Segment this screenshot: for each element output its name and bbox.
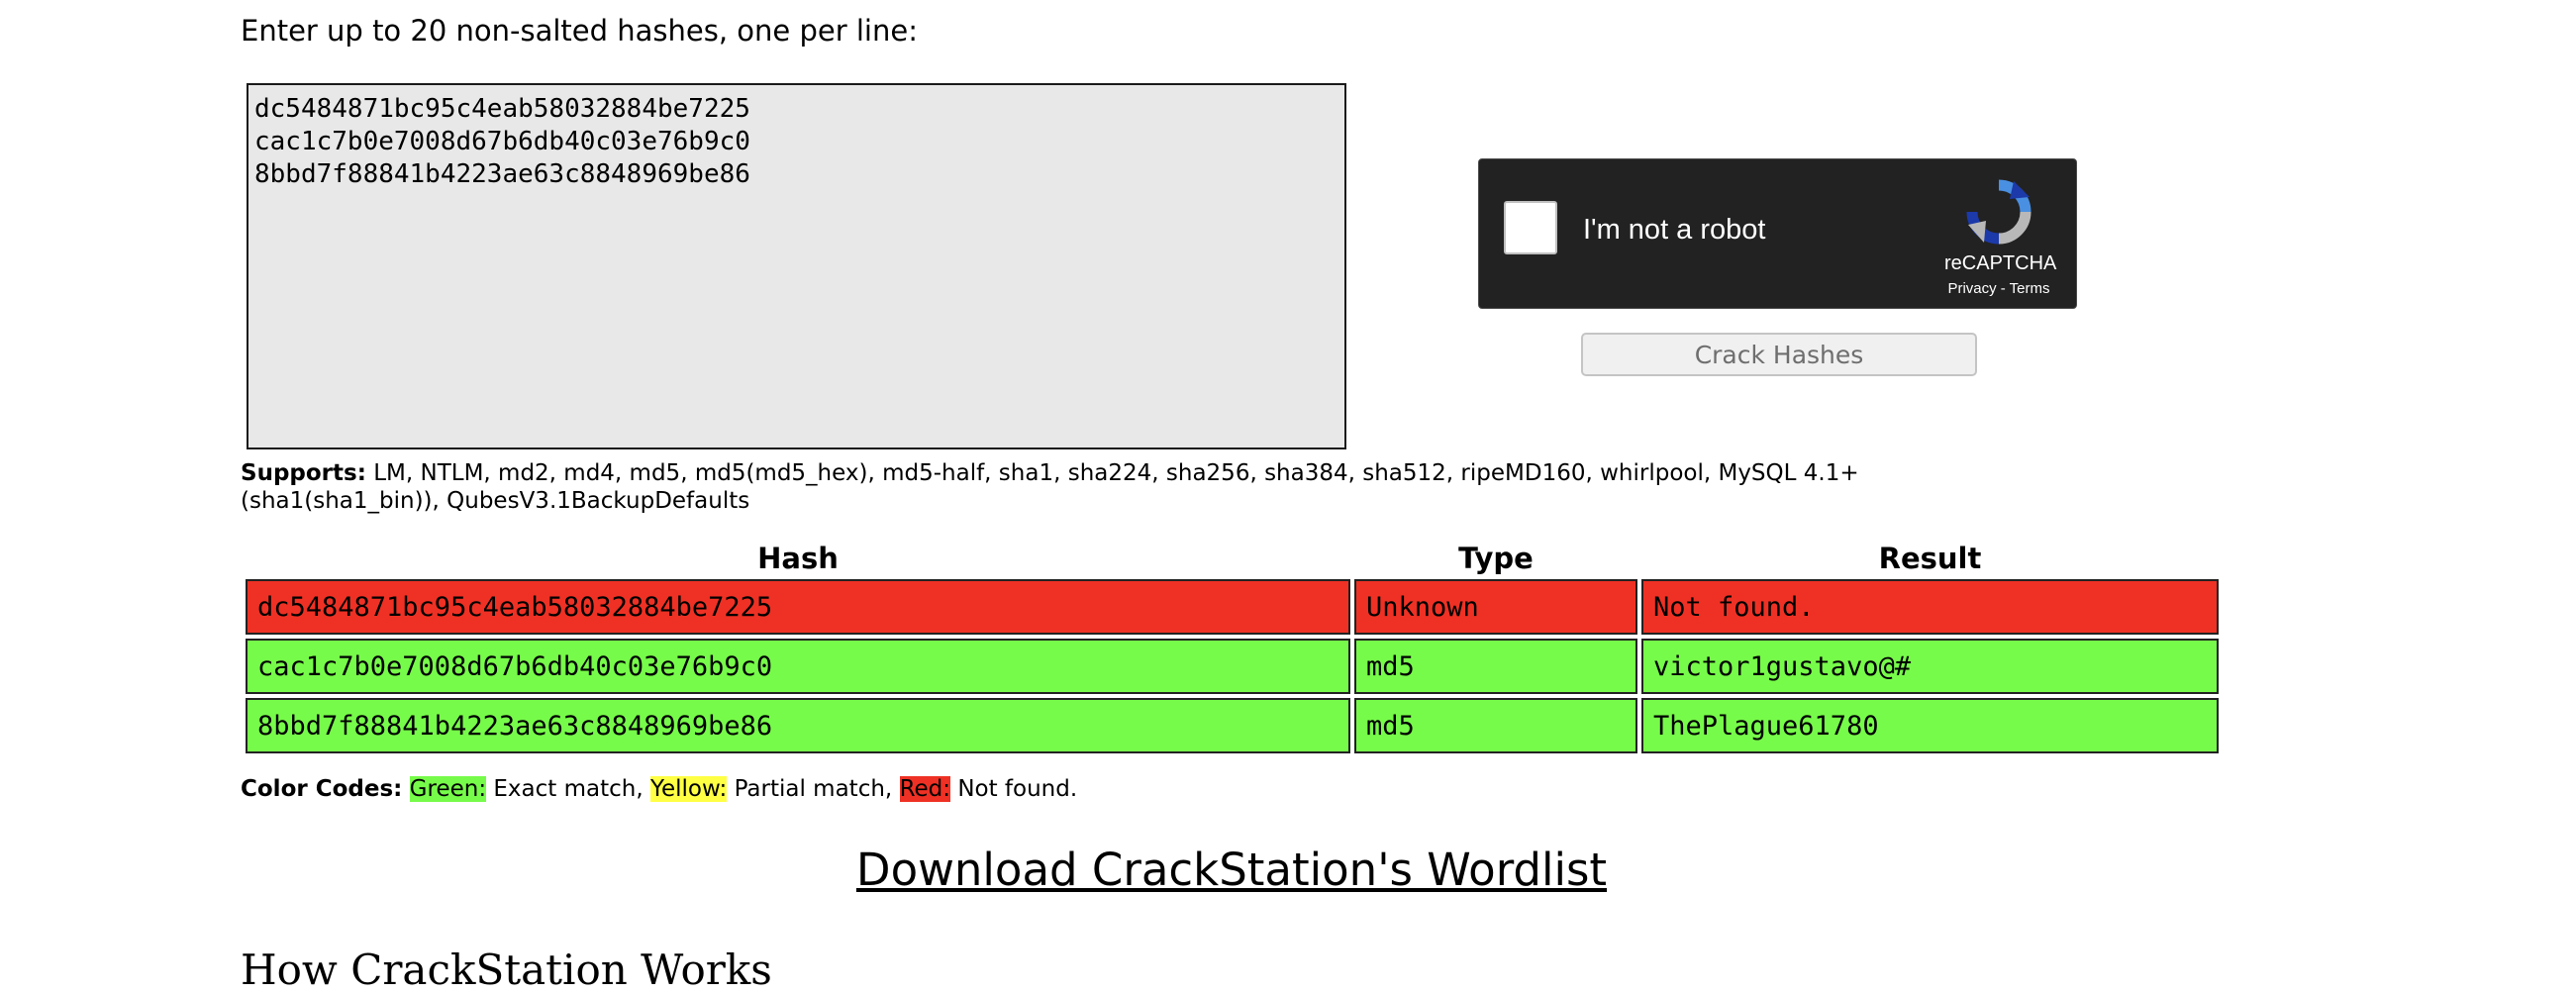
- result-hash: cac1c7b0e7008d67b6db40c03e76b9c0: [246, 639, 1350, 694]
- result-value: Not found.: [1641, 579, 2219, 635]
- hash-input-prompt: Enter up to 20 non-salted hashes, one pe…: [241, 14, 918, 48]
- result-type: Unknown: [1354, 579, 1637, 635]
- hashes-textarea[interactable]: dc5484871bc95c4eab58032884be7225 cac1c7b…: [247, 83, 1346, 449]
- supported-algorithms: Supports: LM, NTLM, md2, md4, md5, md5(m…: [241, 459, 2023, 515]
- legend-red-key: Red:: [899, 776, 951, 802]
- how-it-works-heading: How CrackStation Works: [241, 945, 772, 994]
- legend-green-text: Exact match,: [493, 776, 644, 802]
- recaptcha-brand: reCAPTCHA: [1944, 252, 2057, 274]
- legend-yellow-key: Yellow:: [649, 776, 728, 802]
- supports-list: LM, NTLM, md2, md4, md5, md5(md5_hex), m…: [241, 460, 1859, 514]
- recaptcha-logo-icon: [1966, 179, 2031, 245]
- result-row: cac1c7b0e7008d67b6db40c03e76b9c0 md5 vic…: [246, 639, 2219, 694]
- recaptcha-privacy-terms-links[interactable]: Privacy - Terms: [1915, 280, 2083, 297]
- result-hash: dc5484871bc95c4eab58032884be7225: [246, 579, 1350, 635]
- column-header-hash: Hash: [757, 542, 839, 575]
- legend-yellow-text: Partial match,: [734, 776, 893, 802]
- column-header-result: Result: [1878, 542, 1982, 575]
- result-row: dc5484871bc95c4eab58032884be7225 Unknown…: [246, 579, 2219, 635]
- legend-green-key: Green:: [409, 776, 487, 802]
- legend-red-text: Not found.: [957, 776, 1078, 802]
- results-header-row: Hash Type Result: [246, 542, 2219, 575]
- result-value: ThePlague61780: [1641, 698, 2219, 753]
- color-codes-legend: Color Codes: Green: Exact match, Yellow:…: [241, 776, 1077, 802]
- captcha-label: I'm not a robot: [1583, 214, 1766, 246]
- captcha-checkbox[interactable]: [1504, 201, 1557, 254]
- download-wordlist-link[interactable]: Download CrackStation's Wordlist: [0, 844, 2463, 896]
- recaptcha-widget: I'm not a robot reCAPTCHA Privacy - Term…: [1478, 158, 2077, 309]
- result-hash: 8bbd7f88841b4223ae63c8848969be86: [246, 698, 1350, 753]
- result-row: 8bbd7f88841b4223ae63c8848969be86 md5 The…: [246, 698, 2219, 753]
- result-value: victor1gustavo@#: [1641, 639, 2219, 694]
- column-header-type: Type: [1458, 542, 1534, 575]
- result-type: md5: [1354, 698, 1637, 753]
- legend-label: Color Codes:: [241, 776, 403, 802]
- result-type: md5: [1354, 639, 1637, 694]
- results-table: Hash Type Result dc5484871bc95c4eab58032…: [242, 538, 2223, 757]
- crack-hashes-button[interactable]: Crack Hashes: [1581, 333, 1977, 376]
- supports-label: Supports:: [241, 460, 366, 486]
